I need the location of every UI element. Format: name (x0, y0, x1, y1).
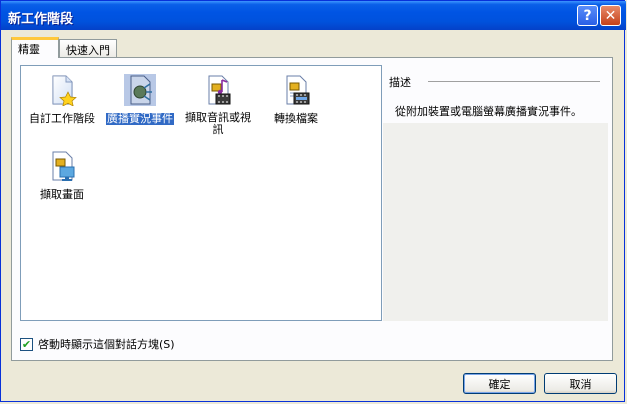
window-title: 新工作階段 (8, 12, 74, 27)
item-label: 轉換檔案 (274, 112, 318, 125)
item-label: 擷取音訊或視訊 (185, 111, 251, 136)
dialog-window: 新工作階段 ? ✕ 精靈 快速入門 自訂工作階段 廣播實況事件 擷取音訊或視訊 … (0, 0, 626, 402)
list-item-capture-audio-video[interactable]: 擷取音訊或視訊 (181, 74, 255, 136)
capture-audio-video-icon (208, 75, 231, 105)
close-icon: ✕ (604, 7, 617, 24)
cancel-button[interactable]: 取消 (544, 373, 617, 394)
list-item-broadcast-live[interactable]: 廣播實況事件 (103, 74, 177, 125)
description-text: 從附加裝置或電腦螢幕廣播實況事件。 (395, 105, 582, 118)
show-on-startup-row[interactable]: ✔ 啓動時顯示這個對話方塊(S) (20, 336, 175, 352)
tab-panel: 自訂工作階段 廣播實況事件 擷取音訊或視訊 轉換檔案 擷取畫面 描述 從附加裝置… (11, 57, 613, 361)
show-on-startup-label[interactable]: 啓動時顯示這個對話方塊(S) (38, 336, 175, 352)
description-pane: 描述 從附加裝置或電腦螢幕廣播實況事件。 (383, 65, 608, 321)
item-label: 擷取畫面 (40, 188, 84, 201)
description-heading: 描述 (389, 76, 411, 89)
check-mark-icon: ✔ (21, 337, 32, 351)
help-button[interactable]: ? (577, 5, 598, 26)
broadcast-live-icon (124, 74, 156, 106)
help-icon: ? (583, 7, 592, 24)
tab-quick-start[interactable]: 快速入門 (59, 39, 117, 57)
item-label: 自訂工作階段 (29, 112, 95, 125)
show-on-startup-checkbox[interactable]: ✔ (20, 337, 33, 351)
list-item-custom-session[interactable]: 自訂工作階段 (25, 74, 99, 125)
ok-button[interactable]: 確定 (463, 373, 536, 394)
session-type-list[interactable]: 自訂工作階段 廣播實況事件 擷取音訊或視訊 轉換檔案 擷取畫面 (20, 65, 382, 321)
list-item-capture-screen[interactable]: 擷取畫面 (25, 150, 99, 201)
title-bar[interactable]: 新工作階段 ? ✕ (1, 1, 626, 30)
item-label: 廣播實況事件 (106, 112, 174, 125)
description-divider (428, 81, 600, 82)
custom-session-icon (52, 75, 77, 107)
list-item-convert-file[interactable]: 轉換檔案 (259, 74, 333, 125)
close-button[interactable]: ✕ (600, 5, 621, 26)
capture-screen-icon (52, 151, 75, 181)
convert-file-icon (286, 75, 310, 105)
tab-wizard[interactable]: 精靈 (11, 37, 59, 58)
